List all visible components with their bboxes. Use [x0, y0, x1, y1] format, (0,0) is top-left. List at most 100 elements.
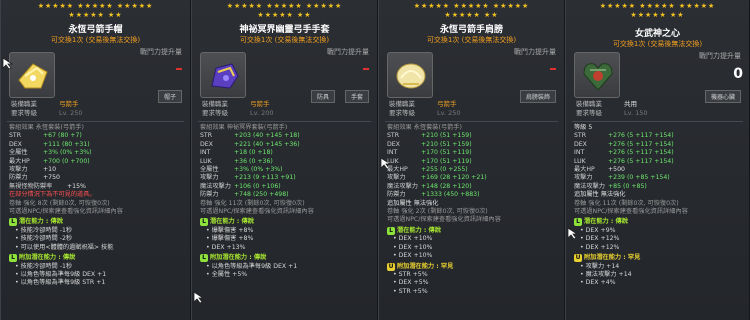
stat-row: 防禦力 +750 — [9, 174, 60, 182]
req-level-value: Lv. 250 — [59, 109, 83, 117]
hand-cursor-icon — [2, 57, 13, 70]
extra-option: 追加屬性 無法強化 — [574, 191, 626, 199]
legendary-badge-icon: L — [9, 218, 17, 227]
add-potential-header: L 附加潛在能力 : 傳說 — [200, 254, 373, 263]
add-potential-header: U 附加潛在能力 : 罕見 — [574, 254, 641, 263]
stat-row: LUK +36 (0 +36) — [200, 157, 273, 165]
mechanical-heart-icon — [583, 63, 613, 91]
stat-row: 魔法攻擊力 +106 (0 +106) — [200, 182, 281, 190]
req-level-label: 要求等級 — [11, 109, 37, 117]
item-icon-frame[interactable] — [9, 52, 55, 98]
add-potential-line: • 全屬性 +5% — [206, 270, 248, 278]
stat-row: INT +18 (0 +18) — [200, 149, 273, 157]
hat-icon — [18, 63, 48, 89]
add-potential-line: • STR +5% — [393, 287, 428, 295]
power-decrease-indicator — [176, 68, 182, 70]
set-effect: 套組效果 永恆套裝(弓箭手) — [387, 124, 462, 131]
item-title: 女武神之心 — [634, 29, 680, 39]
item-subtitle: 可交換1次 (交易後無法交換) — [612, 40, 703, 48]
rare-badge-icon: U — [387, 262, 395, 271]
shoulder-icon — [396, 63, 426, 89]
divider — [385, 121, 558, 122]
potential-line: • DEX +12% — [580, 235, 620, 243]
requirements: 裝備職業 弓箭手 要求等級 Lv. 200 — [202, 100, 274, 117]
stat-row: STR +276 (5 +117 +154) — [574, 132, 674, 140]
stat-row: STR +203 (40 +145 +18) — [200, 132, 300, 140]
potential-header: L 潛在能力 : 傳說 — [574, 218, 745, 227]
stat-row: DEX +210 (51 +159) — [387, 140, 472, 148]
stat-list: 套組效果 永恆套裝(弓箭手) STR +67 (80 +7) DEX +111 (8… — [9, 124, 186, 288]
star-force-stars: ★★★★★ ★★★★★ ★★★★★ ★★★★★ ★★ — [413, 2, 530, 19]
upgrade-info: 卷軸 強化 11次 (剩餘0次, 可恢復0次) — [574, 199, 679, 207]
power-label: 戰鬥力提升量 — [514, 48, 556, 56]
stat-row: LUK +170 (51 +119) — [387, 157, 472, 165]
item-title: 永恆弓箭手肩膀 — [439, 25, 503, 35]
stat-row: DEX +221 (40 +145 +36) — [200, 140, 300, 148]
stat-row: 防禦力 +1333 (450 +883) — [387, 191, 480, 199]
stat-list: 套組效果 神祕冥界套裝(弓箭手) STR +203 (40 +145 +18) D… — [200, 124, 373, 279]
add-potential-header: U 附加潛在能力 : 罕見 — [387, 262, 454, 271]
legendary-badge-icon: L — [200, 254, 208, 263]
stat-row: 無視怪物防禦率 +15% — [9, 182, 86, 190]
item-tooltip-shoulder: ★★★★★ ★★★★★ ★★★★★ ★★★★★ ★★ 永恆弓箭手肩膀 可交換1次… — [378, 0, 565, 320]
potential-header: L 潛在能力 : 傳說 — [387, 226, 560, 235]
slot-tag: 帽子 — [157, 90, 182, 103]
item-title: 神祕冥界幽靈弓手手套 — [239, 25, 330, 35]
stat-row: 攻擊力 +239 (0 +85 +154) — [574, 174, 670, 182]
add-potential-line: • 以角色等級為準每9級 STR +1 — [15, 279, 106, 287]
req-class-value: 弓箭手 — [59, 100, 79, 108]
potential-line: • DEX +10% — [393, 252, 433, 260]
potential-line: • DEX +10% — [393, 235, 433, 243]
legendary-badge-icon: L — [9, 254, 17, 263]
add-potential-line: • 攻擊力 +14 — [580, 262, 620, 270]
item-icon-frame[interactable] — [574, 52, 620, 98]
stat-row: 攻擊力 +169 (28 +120 +21) — [387, 174, 487, 182]
legendary-badge-icon: L — [387, 226, 395, 235]
item-icon-frame[interactable] — [387, 52, 433, 98]
power-label: 戰鬥力提升量 — [699, 52, 741, 60]
potential-line: • DEX +13% — [206, 243, 246, 251]
notice-text: 在部分情況下為不可見的道具。 — [9, 191, 96, 199]
potential-header: L 潛在能力 : 傳說 — [200, 218, 373, 227]
rare-badge-icon: U — [574, 254, 582, 263]
divider — [7, 121, 184, 122]
add-potential-line: • DEX +5% — [393, 279, 429, 287]
requirements: 裝備職業 弓箭手 要求等級 Lv. 250 — [11, 100, 83, 118]
item-tooltip-gloves: ★★★★★ ★★★★★ ★★★★★ ★★★★★ ★★ 神祕冥界幽靈弓手手套 可交… — [191, 0, 378, 320]
potential-line: • DEX +12% — [580, 243, 620, 251]
add-potential-line: • 技能冷卻時間 -1秒 — [15, 262, 73, 270]
add-potential-line: • STR +5% — [393, 270, 428, 278]
potential-line: • DEX +10% — [393, 243, 433, 251]
legendary-badge-icon: L — [200, 218, 208, 227]
add-potential-line: • 以角色等級為準每9級 DEX +1 — [206, 262, 298, 270]
req-class-label: 裝備職業 — [11, 100, 37, 108]
item-tooltip-hat: 永恆弓箭手帽 可交換1次 (交易後無法交換) 戰鬥力提升量 帽子 裝備職業 弓箭手… — [0, 0, 191, 320]
set-effect: 套組效果 神祕冥界套裝(弓箭手) — [200, 124, 288, 131]
requirements: 裝備職業 弓箭手 要求等級 Lv. 250 — [389, 100, 461, 117]
power-label: 戰鬥力提升量 — [140, 48, 182, 56]
set-effect: 套組效果 永恆套裝(弓箭手) — [9, 124, 84, 131]
potential-line: • 技能冷卻時間 -2秒 — [15, 235, 73, 243]
add-potential-line: • 魔法攻擊力 +14 — [580, 270, 632, 278]
upgrade-hint: 可透過NPC/探索建查看強化資訊詳細內容 — [200, 208, 314, 216]
upgrade-hint: 可透過NPC/探索建查看強化資訊詳細內容 — [387, 216, 501, 224]
item-icon-frame[interactable] — [200, 52, 246, 98]
item-subtitle: 可交換1次 (交易後無法交換) — [50, 36, 141, 44]
item-level: 等級 5 — [574, 124, 593, 131]
stat-row: INT +276 (5 +117 +154) — [574, 149, 674, 157]
upgrade-info: 卷軸 強化 11次 (剩餘0次, 可恢復0次) — [200, 199, 305, 207]
star-force-stars: ★★★★★ ★★★★★ ★★★★★ ★★★★★ ★★ — [37, 2, 154, 19]
slot-tag: 手套 — [344, 90, 369, 103]
stat-row: LUK +276 (5 +117 +154) — [574, 157, 674, 165]
stat-row: 攻擊力 +10 — [9, 166, 57, 174]
item-tooltip-heart: ★★★★★ ★★★★★ ★★★★★ ★★★★★ ★★ 女武神之心 可交換1次 (… — [565, 0, 750, 320]
potential-line: • DEX +9% — [580, 226, 616, 234]
upgrade-info: 卷軸 強化 8次 (剩餘0次, 可恢復0次) — [9, 199, 110, 207]
stat-row: 魔法攻擊力 +85 (0 +85) — [574, 182, 647, 190]
add-potential-line: • DEX +4% — [580, 279, 616, 287]
stat-row: STR +67 (80 +7) — [9, 132, 82, 140]
potential-line: • 可以使用<體體的遺賦祝福> 技能 — [15, 243, 114, 251]
slot-tag-category: 防具 — [310, 90, 335, 103]
slot-tag: 肩膀裝飾 — [519, 90, 556, 103]
requirements: 裝備職業 共用 要求等級 Lv. 150 — [576, 100, 648, 117]
